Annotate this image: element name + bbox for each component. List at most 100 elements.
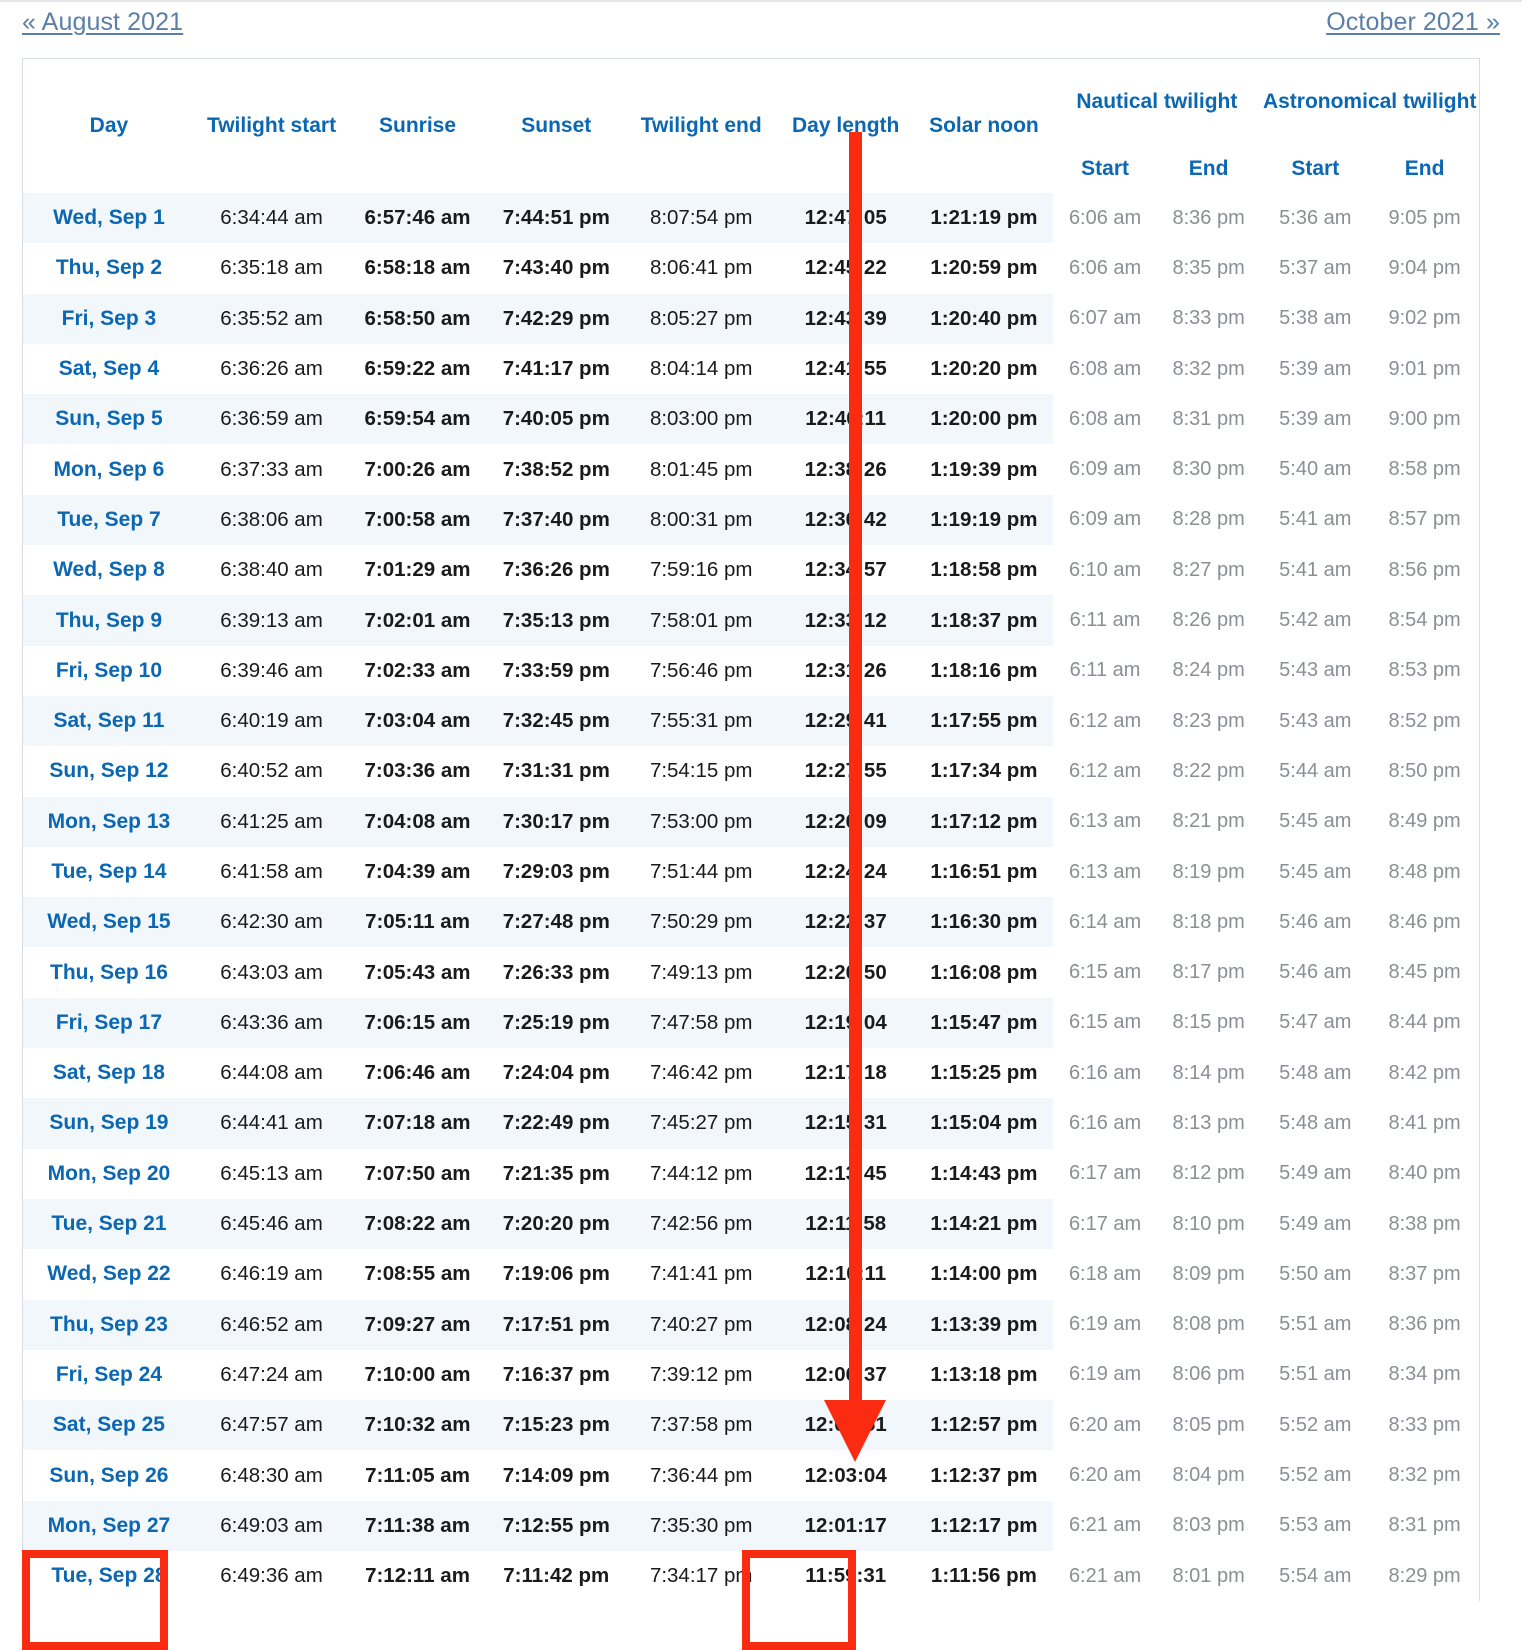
- col-header-day: Day: [23, 59, 195, 193]
- cell-day-length: 12:15:31: [776, 1098, 915, 1149]
- cell-day: Sun, Sep 12: [23, 746, 195, 797]
- cell-solar-noon: 1:14:43 pm: [914, 1148, 1054, 1199]
- cell-twilight-start: 6:41:25 am: [194, 796, 349, 847]
- cell-sunrise: 6:58:50 am: [348, 293, 487, 344]
- cell-nautical-start: 6:12 am: [1053, 746, 1157, 797]
- cell-astronomical-start: 5:48 am: [1260, 1098, 1371, 1149]
- cell-astronomical-end: 9:02 pm: [1370, 293, 1479, 344]
- col-header-twilight-start: Twilight start: [194, 59, 349, 193]
- cell-sunset: 7:44:51 pm: [486, 193, 626, 244]
- cell-day-length: 12:45:22: [776, 243, 915, 294]
- cell-sunset: 7:14:09 pm: [486, 1450, 626, 1501]
- cell-nautical-start: 6:16 am: [1053, 1098, 1157, 1149]
- cell-solar-noon: 1:18:37 pm: [914, 595, 1054, 646]
- cell-nautical-start: 6:09 am: [1053, 494, 1157, 546]
- cell-nautical-end: 8:17 pm: [1156, 947, 1261, 998]
- cell-day: Mon, Sep 13: [23, 796, 195, 847]
- cell-sunrise: 7:04:08 am: [348, 796, 487, 847]
- cell-nautical-end: 8:13 pm: [1156, 1098, 1261, 1149]
- cell-day: Fri, Sep 10: [23, 645, 195, 696]
- month-navigation: « August 2021 October 2021 »: [0, 4, 1522, 42]
- cell-astronomical-end: 8:46 pm: [1370, 897, 1479, 948]
- col-header-nautical-end: End: [1156, 145, 1261, 193]
- cell-twilight-start: 6:40:19 am: [194, 695, 349, 747]
- next-month-link[interactable]: October 2021 »: [1326, 8, 1500, 37]
- cell-astronomical-start: 5:43 am: [1260, 645, 1371, 696]
- cell-sunset: 7:41:17 pm: [486, 343, 626, 395]
- cell-day: Mon, Sep 6: [23, 444, 195, 495]
- col-header-sunrise: Sunrise: [348, 59, 487, 193]
- cell-twilight-end: 7:44:12 pm: [625, 1148, 777, 1199]
- cell-nautical-end: 8:23 pm: [1156, 695, 1261, 747]
- cell-day-length: 12:36:42: [776, 494, 915, 546]
- table-row: Thu, Sep 9 6:39:13 am 7:02:01 am 7:35:13 pm…: [23, 595, 1479, 646]
- cell-twilight-end: 8:06:41 pm: [625, 243, 777, 294]
- table-head: Day Twilight start Sunrise Sunset Twilig…: [23, 59, 1479, 193]
- cell-day-length: 12:01:17: [776, 1500, 915, 1552]
- table-row: Wed, Sep 1 6:34:44 am 6:57:46 am 7:44:51 pm…: [23, 193, 1479, 244]
- cell-sunrise: 6:58:18 am: [348, 243, 487, 294]
- cell-nautical-start: 6:17 am: [1053, 1198, 1157, 1250]
- cell-day: Tue, Sep 21: [23, 1198, 195, 1250]
- cell-nautical-end: 8:26 pm: [1156, 595, 1261, 646]
- cell-astronomical-start: 5:54 am: [1260, 1551, 1371, 1602]
- cell-astronomical-end: 8:52 pm: [1370, 695, 1479, 747]
- cell-nautical-end: 8:14 pm: [1156, 1048, 1261, 1099]
- cell-day-length: 12:11:58: [776, 1198, 915, 1250]
- col-header-astronomical-end: End: [1370, 145, 1479, 193]
- table-row: Tue, Sep 21 6:45:46 am 7:08:22 am 7:20:20 p…: [23, 1198, 1479, 1250]
- table-row: Sat, Sep 18 6:44:08 am 7:06:46 am 7:24:04 p…: [23, 1048, 1479, 1099]
- cell-twilight-end: 7:34:17 pm: [625, 1551, 777, 1602]
- cell-twilight-start: 6:35:18 am: [194, 243, 349, 294]
- cell-twilight-start: 6:34:44 am: [194, 193, 349, 244]
- cell-solar-noon: 1:16:08 pm: [914, 947, 1054, 998]
- cell-solar-noon: 1:18:16 pm: [914, 645, 1054, 696]
- cell-astronomical-end: 9:04 pm: [1370, 243, 1479, 294]
- cell-sunrise: 6:59:54 am: [348, 394, 487, 445]
- cell-day: Sat, Sep 4: [23, 343, 195, 395]
- cell-solar-noon: 1:12:17 pm: [914, 1500, 1054, 1552]
- cell-sunrise: 7:09:27 am: [348, 1299, 487, 1350]
- col-header-twilight-end: Twilight end: [625, 59, 777, 193]
- cell-solar-noon: 1:16:30 pm: [914, 897, 1054, 948]
- table-row: Sun, Sep 12 6:40:52 am 7:03:36 am 7:31:31 p…: [23, 746, 1479, 797]
- cell-day-length: 12:04:51: [776, 1400, 915, 1451]
- cell-astronomical-start: 5:49 am: [1260, 1148, 1371, 1199]
- cell-nautical-start: 6:12 am: [1053, 695, 1157, 747]
- cell-twilight-end: 7:42:56 pm: [625, 1198, 777, 1250]
- cell-twilight-end: 7:46:42 pm: [625, 1048, 777, 1099]
- table-row: Wed, Sep 15 6:42:30 am 7:05:11 am 7:27:48 p…: [23, 897, 1479, 948]
- cell-solar-noon: 1:14:21 pm: [914, 1198, 1054, 1250]
- table-row: Wed, Sep 8 6:38:40 am 7:01:29 am 7:36:26 pm…: [23, 545, 1479, 596]
- cell-nautical-start: 6:14 am: [1053, 897, 1157, 948]
- cell-day-length: 12:38:26: [776, 444, 915, 495]
- table-row: Sat, Sep 25 6:47:57 am 7:10:32 am 7:15:23 p…: [23, 1400, 1479, 1451]
- cell-astronomical-start: 5:39 am: [1260, 343, 1371, 395]
- cell-nautical-end: 8:24 pm: [1156, 645, 1261, 696]
- cell-astronomical-start: 5:53 am: [1260, 1500, 1371, 1552]
- cell-twilight-end: 7:59:16 pm: [625, 545, 777, 596]
- cell-twilight-start: 6:39:13 am: [194, 595, 349, 646]
- cell-day-length: 11:59:31: [776, 1551, 915, 1602]
- col-header-sunset: Sunset: [486, 59, 626, 193]
- cell-astronomical-start: 5:52 am: [1260, 1450, 1371, 1501]
- cell-astronomical-start: 5:47 am: [1260, 997, 1371, 1049]
- table-row: Thu, Sep 16 6:43:03 am 7:05:43 am 7:26:33 p…: [23, 947, 1479, 998]
- cell-day-length: 12:26:09: [776, 796, 915, 847]
- cell-astronomical-start: 5:46 am: [1260, 947, 1371, 998]
- previous-month-link[interactable]: « August 2021: [22, 8, 183, 37]
- cell-sunset: 7:26:33 pm: [486, 947, 626, 998]
- cell-sunset: 7:19:06 pm: [486, 1249, 626, 1300]
- cell-day-length: 12:13:45: [776, 1148, 915, 1199]
- cell-solar-noon: 1:15:25 pm: [914, 1048, 1054, 1099]
- cell-day: Fri, Sep 24: [23, 1349, 195, 1401]
- cell-sunset: 7:12:55 pm: [486, 1500, 626, 1552]
- cell-day: Tue, Sep 28: [23, 1551, 195, 1602]
- cell-nautical-start: 6:21 am: [1053, 1551, 1157, 1602]
- cell-astronomical-start: 5:42 am: [1260, 595, 1371, 646]
- cell-astronomical-end: 8:50 pm: [1370, 746, 1479, 797]
- cell-day-length: 12:10:11: [776, 1249, 915, 1300]
- col-group-header-nautical-twilight: Nautical twilight: [1053, 59, 1261, 145]
- cell-solar-noon: 1:13:18 pm: [914, 1349, 1054, 1401]
- cell-sunrise: 7:08:55 am: [348, 1249, 487, 1300]
